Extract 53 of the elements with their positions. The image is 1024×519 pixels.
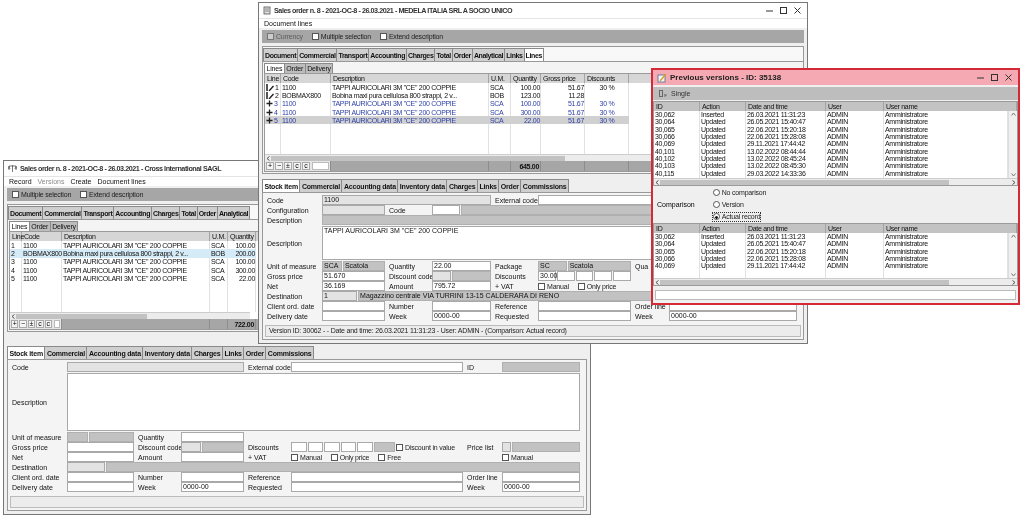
input-field[interactable]	[181, 472, 244, 482]
input-field[interactable]	[538, 311, 631, 321]
input-field[interactable]	[432, 205, 460, 215]
locked-field	[432, 271, 451, 281]
input-field[interactable]	[67, 452, 134, 462]
input-field[interactable]	[613, 271, 631, 281]
input-field[interactable]	[291, 442, 307, 452]
scrollbar[interactable]	[1008, 233, 1017, 278]
close-button[interactable]	[793, 6, 802, 15]
window-title: Previous versions - ID: 35138	[670, 73, 782, 82]
input-field[interactable]	[502, 472, 580, 482]
readonly-field	[511, 442, 580, 452]
input-field[interactable]	[291, 482, 463, 492]
input-field[interactable]	[432, 301, 491, 311]
locked-field	[322, 205, 385, 215]
maximize-button[interactable]	[779, 6, 788, 15]
input-field[interactable]	[181, 452, 244, 462]
columns-icon	[659, 90, 667, 97]
close-button[interactable]	[1004, 73, 1013, 82]
input-field[interactable]	[357, 442, 373, 452]
input-field[interactable]	[54, 320, 61, 328]
notepad-icon	[657, 72, 667, 83]
input-field[interactable]	[322, 311, 385, 321]
input-field[interactable]	[594, 271, 613, 281]
input-field[interactable]	[340, 442, 357, 452]
input-field[interactable]	[67, 442, 134, 452]
input-field[interactable]	[67, 482, 134, 492]
input-field[interactable]	[307, 442, 324, 452]
input-field[interactable]	[181, 432, 244, 442]
readonly-field	[201, 442, 244, 452]
input-field[interactable]	[538, 301, 631, 311]
readonly-field	[89, 432, 134, 442]
input-field[interactable]	[322, 301, 385, 311]
scale-icon	[8, 164, 17, 173]
maximize-button[interactable]	[990, 73, 999, 82]
scrollbar[interactable]	[1008, 111, 1017, 178]
input-field[interactable]	[291, 362, 463, 372]
locked-field	[502, 442, 511, 452]
readonly-field	[67, 432, 89, 442]
input-field[interactable]	[324, 442, 340, 452]
scrollbar[interactable]	[654, 278, 1017, 285]
input-field[interactable]	[312, 162, 329, 170]
locked-field	[181, 442, 201, 452]
input-field[interactable]	[556, 271, 575, 281]
text-area[interactable]	[67, 373, 580, 431]
input-field[interactable]	[575, 271, 594, 281]
document-icon	[263, 6, 271, 15]
scrollbar[interactable]	[654, 178, 1017, 185]
input-field[interactable]	[291, 472, 463, 482]
locked-field	[67, 462, 105, 472]
readonly-field	[451, 271, 491, 281]
readonly-field	[373, 442, 396, 452]
input-field[interactable]	[67, 472, 134, 482]
